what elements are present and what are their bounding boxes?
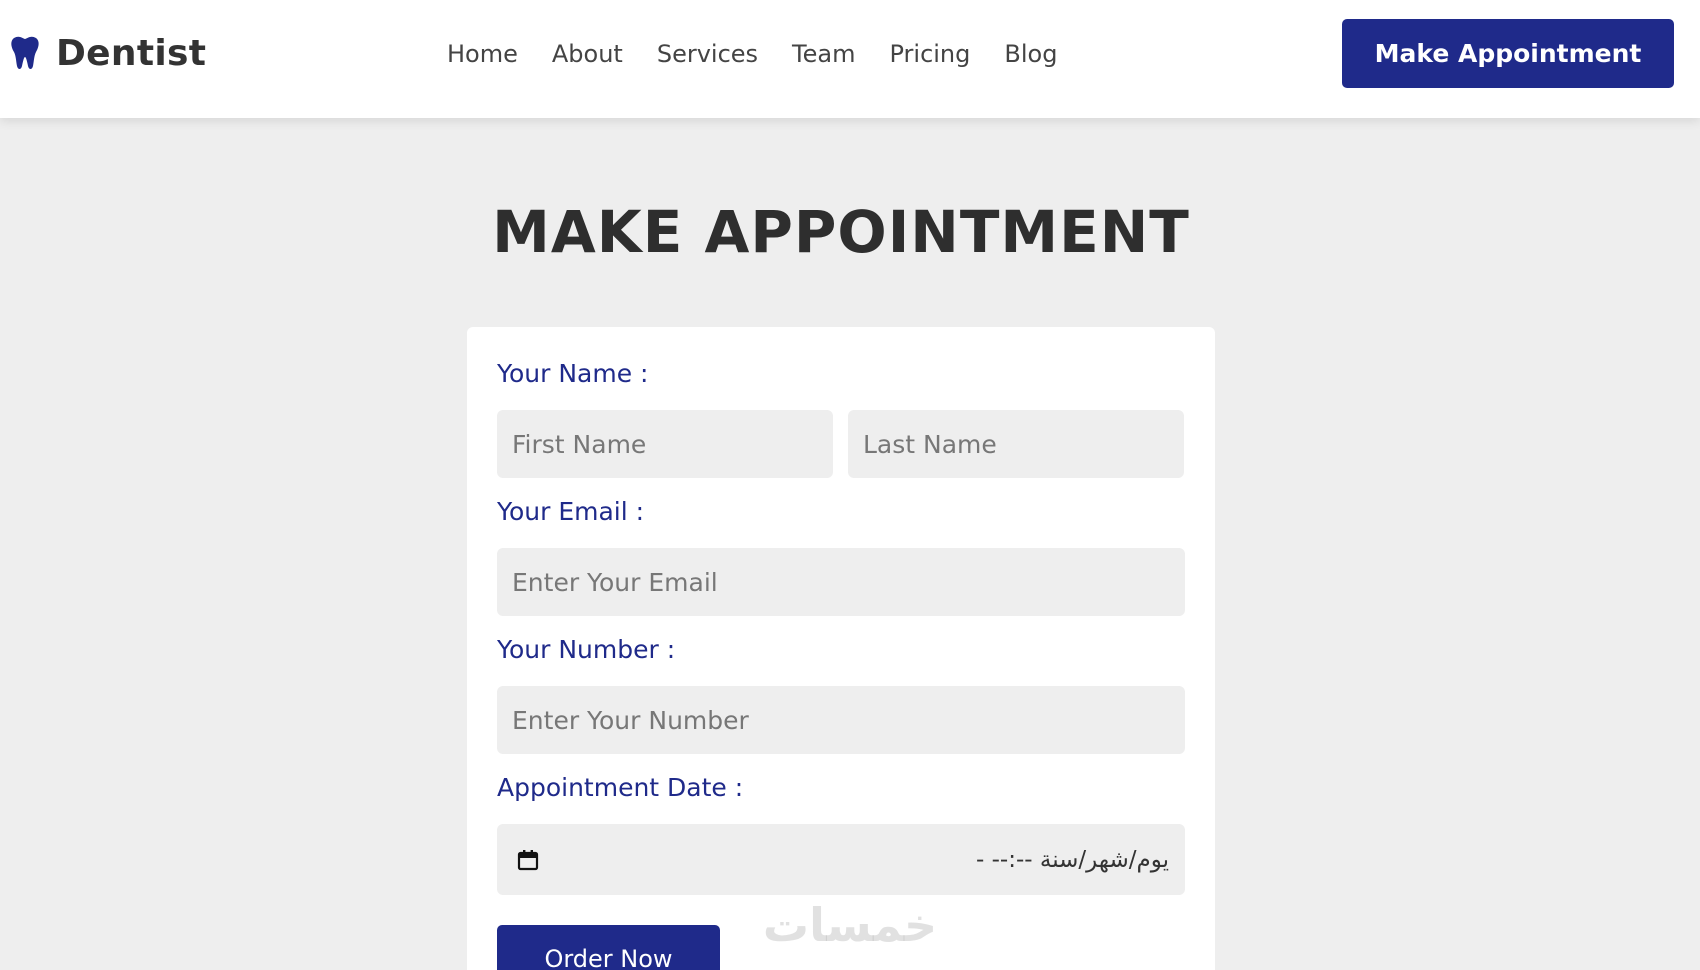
navbar: Dentist Home About Services Team Pricing… (0, 0, 1700, 118)
nav-links: Home About Services Team Pricing Blog (447, 34, 1091, 74)
last-name-input[interactable]: Last Name (848, 410, 1184, 478)
nav-link-about[interactable]: About (552, 40, 623, 68)
nav-link-services[interactable]: Services (657, 40, 758, 68)
number-label: Your Number : (497, 635, 676, 664)
date-label: Appointment Date : (497, 773, 744, 802)
appointment-date-input[interactable]: يوم/شهر/سنة --:-- - (497, 824, 1185, 895)
watermark-logo: خمسات (762, 898, 938, 952)
nav-link-blog[interactable]: Blog (1004, 40, 1057, 68)
number-input[interactable]: Enter Your Number (497, 686, 1185, 754)
nav-link-team[interactable]: Team (792, 40, 855, 68)
order-now-button[interactable]: Order Now (497, 925, 720, 970)
first-name-input[interactable]: First Name (497, 410, 833, 478)
tooth-icon (11, 36, 39, 69)
email-label: Your Email : (497, 497, 645, 526)
brand-name: Dentist (56, 32, 207, 74)
nav-link-home[interactable]: Home (447, 40, 518, 68)
appointment-form: Your Name : First Name Last Name Your Em… (467, 327, 1215, 970)
date-value: يوم/شهر/سنة --:-- - (976, 846, 1169, 873)
nav-link-pricing[interactable]: Pricing (889, 40, 970, 68)
make-appointment-button[interactable]: Make Appointment (1342, 19, 1674, 88)
brand-logo[interactable]: Dentist (10, 30, 206, 76)
name-label: Your Name : (497, 359, 649, 388)
email-input[interactable]: Enter Your Email (497, 548, 1185, 616)
calendar-icon[interactable] (517, 849, 539, 871)
page-title: MAKE APPOINTMENT (492, 198, 1190, 266)
